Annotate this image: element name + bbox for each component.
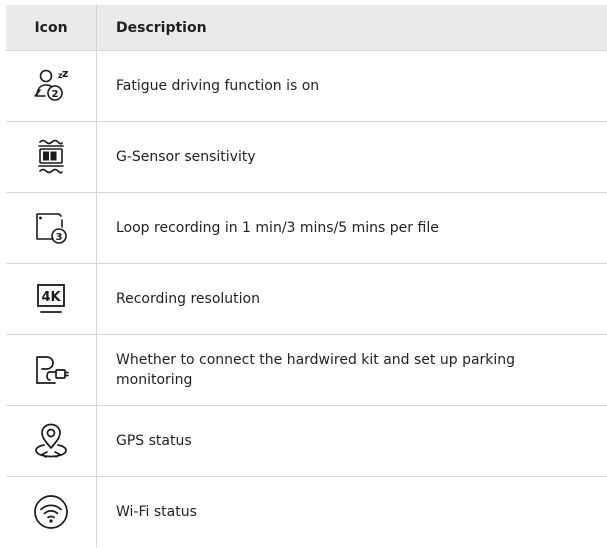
header-icon-column: Icon	[6, 5, 97, 50]
g-sensor-icon	[38, 139, 64, 174]
row-description: Recording resolution	[116, 291, 260, 307]
icon-cell	[6, 335, 97, 405]
fatigue-driving-icon: 2 z z	[34, 67, 68, 101]
svg-text:z: z	[62, 67, 68, 80]
wifi-status-icon	[34, 495, 68, 529]
icon-cell: 3	[6, 193, 97, 263]
icon-cell	[6, 477, 97, 547]
row-description: GPS status	[116, 433, 192, 449]
icon-cell: 4K	[6, 264, 97, 334]
table-header-row: Icon Description	[6, 5, 607, 51]
table-row: 4K Recording resolution	[6, 264, 607, 335]
row-description: G-Sensor sensitivity	[116, 149, 256, 165]
icon-cell	[6, 406, 97, 476]
row-description: Wi-Fi status	[116, 504, 197, 520]
icon-cell	[6, 122, 97, 192]
resolution-4k-icon: 4K	[37, 284, 65, 313]
icon-description-table: Icon Description 2 z z Fatigue driving f…	[6, 5, 607, 547]
gps-status-icon	[35, 423, 67, 458]
svg-text:2: 2	[52, 89, 59, 100]
loop-recording-icon: 3	[36, 213, 67, 244]
table-row: GPS status	[6, 406, 607, 477]
row-description: Loop recording in 1 min/3 mins/5 mins pe…	[116, 220, 439, 236]
header-description-column: Description	[116, 19, 207, 36]
table-row: G-Sensor sensitivity	[6, 122, 607, 193]
parking-monitor-icon	[36, 356, 69, 384]
icon-cell: 2 z z	[6, 51, 97, 121]
row-description: Fatigue driving function is on	[116, 78, 320, 94]
resolution-4k-label: 4K	[41, 290, 61, 305]
table-row: 3 Loop recording in 1 min/3 mins/5 mins …	[6, 193, 607, 264]
table-row: Wi-Fi status	[6, 477, 607, 547]
table-row: Whether to connect the hardwired kit and…	[6, 335, 607, 406]
svg-text:3: 3	[56, 232, 63, 243]
row-description: Whether to connect the hardwired kit and…	[116, 352, 516, 388]
table-row: 2 z z Fatigue driving function is on	[6, 51, 607, 122]
